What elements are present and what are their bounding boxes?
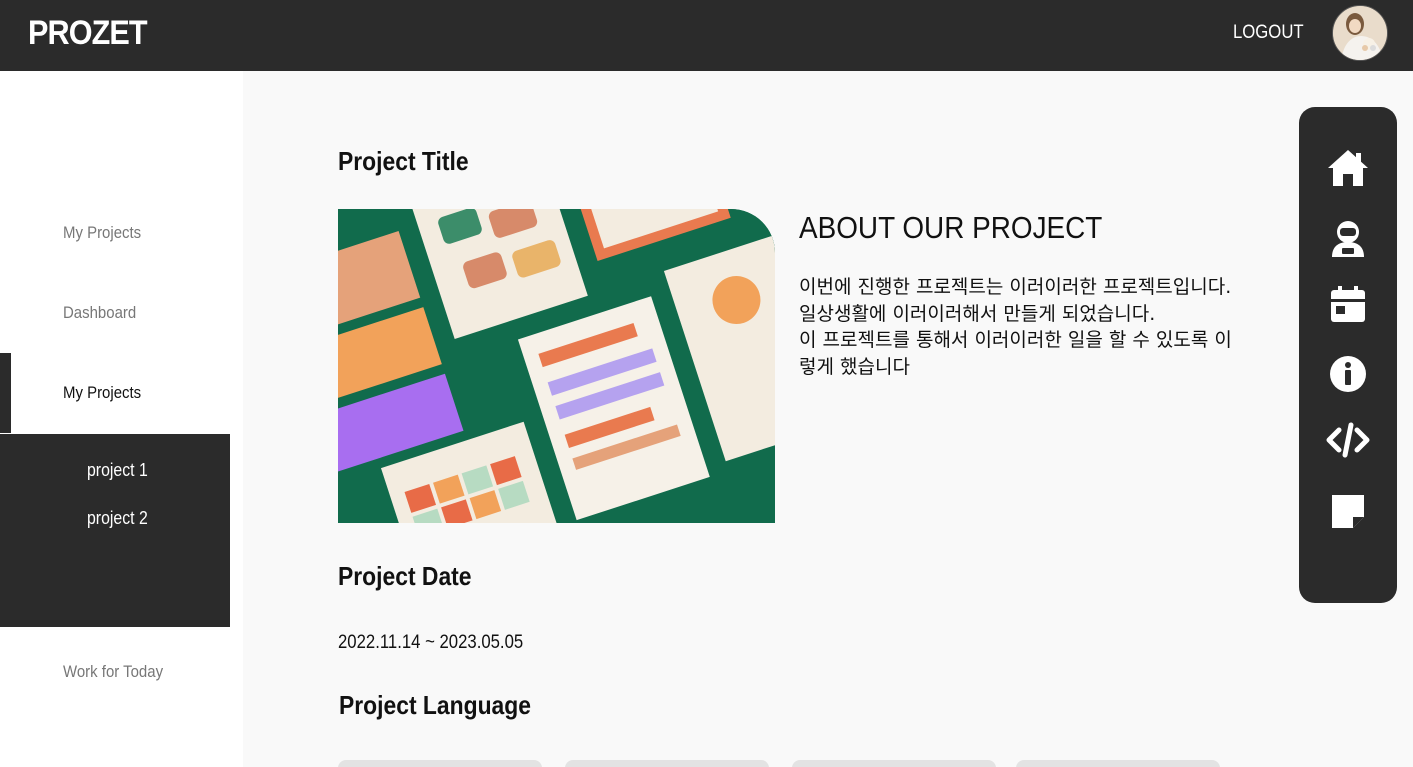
submenu-item-project-1[interactable]: project 1 bbox=[87, 460, 148, 481]
about-line: 이번에 진행한 프로젝트는 이러이러한 프로젝트입니다. bbox=[799, 276, 1232, 298]
about-line: 이 프로젝트를 통해서 이러이러한 일을 할 수 있도록 이렇게 했습니다 bbox=[799, 329, 1232, 378]
project-title-heading: Project Title bbox=[338, 146, 469, 176]
code-icon[interactable] bbox=[1325, 417, 1371, 463]
active-indicator bbox=[0, 353, 11, 433]
project-image bbox=[338, 209, 775, 523]
sidebar-item-dashboard[interactable]: Dashboard bbox=[63, 303, 136, 323]
submenu-item-project-2[interactable]: project 2 bbox=[87, 508, 148, 529]
avatar-image bbox=[1333, 6, 1387, 60]
project-thumbnail-illustration bbox=[338, 209, 775, 523]
home-icon[interactable] bbox=[1325, 145, 1371, 191]
astronaut-icon[interactable] bbox=[1325, 215, 1371, 261]
brand-logo[interactable]: PROZET bbox=[28, 14, 148, 53]
language-tag[interactable] bbox=[338, 760, 542, 767]
note-icon[interactable] bbox=[1325, 489, 1371, 535]
sidebar-item-my-projects-active[interactable]: My Projects bbox=[63, 383, 141, 403]
info-icon[interactable] bbox=[1325, 351, 1371, 397]
project-language-heading: Project Language bbox=[339, 690, 531, 720]
project-date-heading: Project Date bbox=[338, 561, 472, 591]
language-tag[interactable] bbox=[565, 760, 769, 767]
about-heading: ABOUT OUR PROJECT bbox=[799, 210, 1103, 245]
language-tag[interactable] bbox=[792, 760, 996, 767]
right-toolbar bbox=[1299, 107, 1397, 603]
sidebar-item-work-for-today[interactable]: Work for Today bbox=[63, 662, 163, 682]
about-line: 일상생활에 이러이러해서 만들게 되었습니다. bbox=[799, 302, 1156, 325]
language-tag[interactable] bbox=[1016, 760, 1220, 767]
top-bar: PROZET LOGOUT bbox=[0, 0, 1413, 71]
project-submenu: project 1 project 2 bbox=[0, 434, 230, 627]
about-description: 이번에 진행한 프로젝트는 이러이러한 프로젝트입니다. 일상생활에 이러이러해… bbox=[799, 274, 1239, 380]
user-avatar[interactable] bbox=[1332, 5, 1388, 61]
sidebar-item-my-projects[interactable]: My Projects bbox=[63, 223, 141, 243]
calendar-icon[interactable] bbox=[1325, 281, 1371, 327]
logout-button[interactable]: LOGOUT bbox=[1233, 22, 1304, 44]
project-date-value: 2022.11.14 ~ 2023.05.05 bbox=[338, 632, 524, 653]
